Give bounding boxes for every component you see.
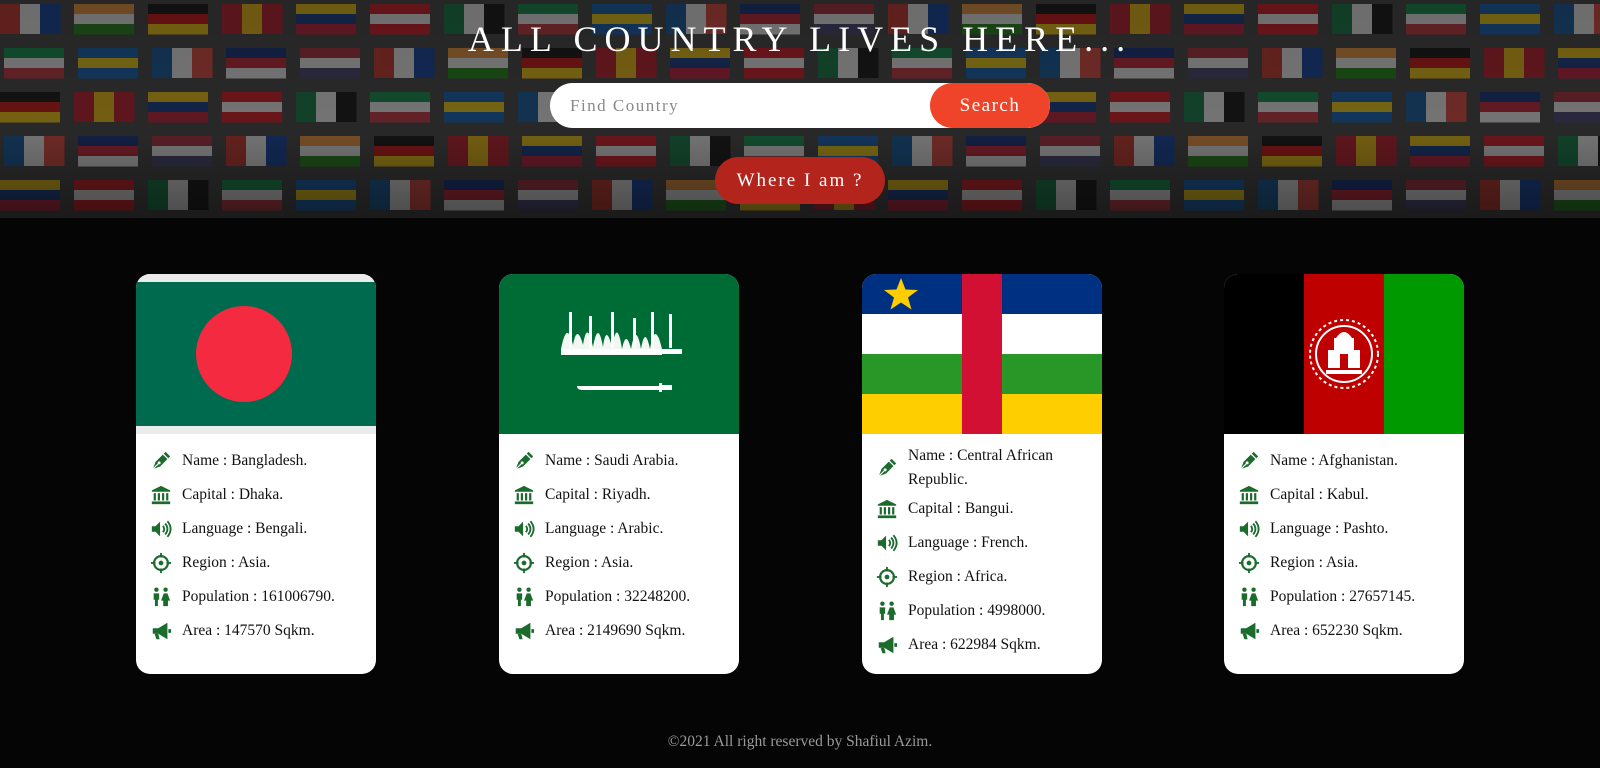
landmark-icon xyxy=(513,484,535,506)
people-icon xyxy=(513,586,535,608)
country-population: Population : 27657145. xyxy=(1270,588,1416,605)
megaphone-icon xyxy=(513,620,535,642)
country-region-row: Region : Asia. xyxy=(513,546,725,580)
where-am-i-button[interactable]: Where I am ? xyxy=(715,157,885,204)
country-region: Region : Asia. xyxy=(545,554,634,571)
country-language: Language : Arabic. xyxy=(545,520,664,537)
country-area: Area : 147570 Sqkm. xyxy=(182,622,315,639)
volume-icon xyxy=(876,532,898,554)
country-population: Population : 4998000. xyxy=(908,602,1046,619)
country-capital-row: Capital : Dhaka. xyxy=(150,478,362,512)
country-area-row: Area : 652230 Sqkm. xyxy=(1238,614,1450,648)
country-area: Area : 652230 Sqkm. xyxy=(1270,622,1403,639)
country-name-row: Name : Saudi Arabia. xyxy=(513,444,725,478)
pen-nib-icon xyxy=(150,450,172,472)
country-language: Language : Bengali. xyxy=(182,520,308,537)
country-region-row: Region : Africa. xyxy=(876,560,1088,594)
hero-banner: ALL COUNTRY LIVES HERE... Search Where I… xyxy=(0,0,1600,218)
people-icon xyxy=(876,600,898,622)
volume-icon xyxy=(150,518,172,540)
people-icon xyxy=(150,586,172,608)
footer-copyright: ©2021 All right reserved by Shafiul Azim… xyxy=(667,733,933,750)
central-african-republic-flag xyxy=(862,274,1102,434)
country-population-row: Population : 27657145. xyxy=(1238,580,1450,614)
country-region: Region : Asia. xyxy=(1270,554,1359,571)
country-name: Name : Central African Republic. xyxy=(908,447,1054,488)
country-population-row: Population : 4998000. xyxy=(876,594,1088,628)
country-region-row: Region : Asia. xyxy=(1238,546,1450,580)
pen-nib-icon xyxy=(1238,450,1260,472)
country-language: Language : Pashto. xyxy=(1270,520,1389,537)
country-name: Name : Saudi Arabia. xyxy=(545,452,679,469)
landmark-icon xyxy=(1238,484,1260,506)
pen-nib-icon xyxy=(513,450,535,472)
volume-icon xyxy=(513,518,535,540)
megaphone-icon xyxy=(876,634,898,656)
country-area: Area : 622984 Sqkm. xyxy=(908,636,1041,653)
country-name-row: Name : Afghanistan. xyxy=(1238,444,1450,478)
country-card: Name : Bangladesh. Capital : Dhaka. Lang… xyxy=(136,274,376,674)
country-population-row: Population : 161006790. xyxy=(150,580,362,614)
crosshair-icon xyxy=(150,552,172,574)
country-capital: Capital : Riyadh. xyxy=(545,486,651,503)
country-population: Population : 32248200. xyxy=(545,588,691,605)
country-capital-row: Capital : Bangui. xyxy=(876,492,1088,526)
country-capital-row: Capital : Riyadh. xyxy=(513,478,725,512)
crosshair-icon xyxy=(513,552,535,574)
country-population: Population : 161006790. xyxy=(182,588,335,605)
search-input[interactable] xyxy=(550,83,930,128)
country-area: Area : 2149690 Sqkm. xyxy=(545,622,686,639)
landmark-icon xyxy=(876,498,898,520)
country-language-row: Language : Arabic. xyxy=(513,512,725,546)
saudi-arabia-flag xyxy=(499,274,739,434)
pen-nib-icon xyxy=(876,457,898,479)
country-card: Name : Afghanistan. Capital : Kabul. Lan… xyxy=(1224,274,1464,674)
crosshair-icon xyxy=(876,566,898,588)
country-name-row: Name : Central African Republic. xyxy=(876,444,1088,492)
country-capital: Capital : Dhaka. xyxy=(182,486,284,503)
country-name-row: Name : Bangladesh. xyxy=(150,444,362,478)
megaphone-icon xyxy=(150,620,172,642)
bangladesh-flag xyxy=(136,274,376,434)
country-region: Region : Africa. xyxy=(908,568,1008,585)
megaphone-icon xyxy=(1238,620,1260,642)
country-area-row: Area : 147570 Sqkm. xyxy=(150,614,362,648)
country-area-row: Area : 622984 Sqkm. xyxy=(876,628,1088,662)
country-region: Region : Asia. xyxy=(182,554,271,571)
country-area-row: Area : 2149690 Sqkm. xyxy=(513,614,725,648)
people-icon xyxy=(1238,586,1260,608)
country-language-row: Language : Pashto. xyxy=(1238,512,1450,546)
afghanistan-flag xyxy=(1224,274,1464,434)
country-language-row: Language : Bengali. xyxy=(150,512,362,546)
crosshair-icon xyxy=(1238,552,1260,574)
country-region-row: Region : Asia. xyxy=(150,546,362,580)
country-card: Name : Saudi Arabia. Capital : Riyadh. L… xyxy=(499,274,739,674)
country-capital: Capital : Bangui. xyxy=(908,500,1014,517)
country-language: Language : French. xyxy=(908,534,1029,551)
page-title: ALL COUNTRY LIVES HERE... xyxy=(467,19,1133,59)
country-card: Name : Central African Republic. Capital… xyxy=(862,274,1102,674)
country-capital: Capital : Kabul. xyxy=(1270,486,1369,503)
landmark-icon xyxy=(150,484,172,506)
country-name: Name : Bangladesh. xyxy=(182,452,308,469)
country-name: Name : Afghanistan. xyxy=(1270,452,1398,469)
search-button[interactable]: Search xyxy=(930,83,1050,128)
volume-icon xyxy=(1238,518,1260,540)
country-language-row: Language : French. xyxy=(876,526,1088,560)
country-capital-row: Capital : Kabul. xyxy=(1238,478,1450,512)
search-bar: Search xyxy=(550,83,1050,128)
country-population-row: Population : 32248200. xyxy=(513,580,725,614)
